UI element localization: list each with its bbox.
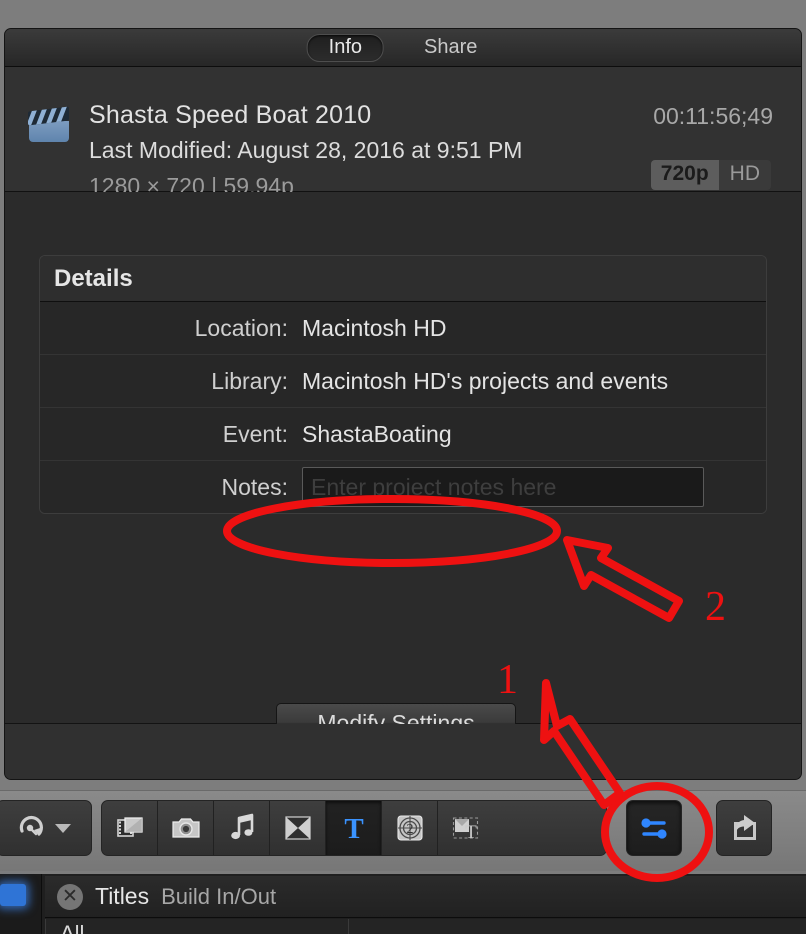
tab-share[interactable]: Share bbox=[402, 34, 499, 62]
svg-text:2: 2 bbox=[406, 822, 413, 837]
label-notes: Notes: bbox=[221, 473, 288, 500]
generators-button[interactable]: 2 bbox=[382, 801, 438, 855]
inspector-panel: Info Share Shasta Speed Boat 2010 Last M… bbox=[4, 28, 802, 780]
camera-icon bbox=[171, 818, 200, 838]
inspector-tabbar: Info Share bbox=[5, 29, 801, 67]
browser-title: Titles bbox=[95, 883, 150, 909]
generators-icon: 2 bbox=[396, 815, 423, 841]
list-item[interactable]: All bbox=[60, 921, 84, 934]
transitions-button[interactable] bbox=[270, 801, 326, 855]
svg-text:T: T bbox=[344, 813, 363, 843]
photos-and-video-icon bbox=[116, 817, 143, 837]
browser-list: All bbox=[45, 919, 806, 934]
camera-button[interactable] bbox=[158, 801, 214, 855]
details-header: Details bbox=[40, 256, 766, 302]
browser-sidebar-edge bbox=[0, 874, 42, 934]
main-toolbar: T 2 T bbox=[0, 790, 806, 871]
media-browser-strip: ✕ Titles Build In/Out All bbox=[0, 874, 806, 934]
badge-resolution: 720p bbox=[650, 160, 719, 190]
clapperboard-icon bbox=[27, 106, 71, 142]
photos-and-video-button[interactable] bbox=[102, 801, 158, 855]
notes-input[interactable]: Enter project notes here bbox=[302, 467, 704, 507]
themes-button[interactable]: T bbox=[438, 801, 494, 855]
browser-header: ✕ Titles Build In/Out bbox=[45, 876, 806, 918]
transitions-icon bbox=[284, 816, 311, 840]
media-browser-group: T 2 T bbox=[101, 800, 607, 856]
inspector-icon bbox=[641, 818, 667, 839]
badge-hd: HD bbox=[718, 160, 771, 190]
share-button[interactable] bbox=[716, 800, 772, 856]
project-header: Shasta Speed Boat 2010 Last Modified: Au… bbox=[5, 67, 801, 225]
retime-button[interactable] bbox=[0, 800, 92, 856]
inspector-body: Details Location: Macintosh HD Library: … bbox=[5, 192, 801, 743]
final-cut-pro-inspector-screen: Info Share Shasta Speed Boat 2010 Last M… bbox=[0, 0, 806, 934]
close-icon[interactable]: ✕ bbox=[57, 883, 83, 910]
browser-subtitle[interactable]: Build In/Out bbox=[161, 884, 276, 910]
last-modified-text: Last Modified: August 28, 2016 at 9:51 P… bbox=[89, 137, 523, 163]
project-title: Shasta Speed Boat 2010 bbox=[89, 101, 372, 129]
label-event: Event: bbox=[222, 420, 288, 447]
format-badges: 720p HD bbox=[650, 160, 771, 190]
annotation-number-1: 1 bbox=[497, 657, 518, 703]
details-row-event: Event: ShastaBoating bbox=[40, 408, 766, 461]
label-library: Library: bbox=[211, 367, 288, 394]
music-and-sound-button[interactable] bbox=[214, 801, 270, 855]
label-location: Location: bbox=[194, 314, 288, 341]
value-event: ShastaBoating bbox=[302, 420, 452, 447]
inspector-button[interactable] bbox=[626, 800, 682, 856]
svg-text:T: T bbox=[465, 822, 477, 843]
titles-icon: T bbox=[344, 813, 363, 843]
music-and-sound-icon bbox=[230, 813, 253, 840]
themes-icon: T bbox=[452, 817, 479, 843]
retime-icon bbox=[19, 815, 43, 836]
tab-info[interactable]: Info bbox=[306, 34, 384, 62]
chevron-down-icon[interactable] bbox=[55, 823, 71, 833]
browser-column-divider bbox=[348, 919, 349, 934]
annotation-number-2: 2 bbox=[705, 584, 726, 630]
details-title: Details bbox=[54, 264, 133, 292]
value-library: Macintosh HD's projects and events bbox=[302, 367, 669, 394]
value-location: Macintosh HD bbox=[302, 314, 447, 341]
details-row-notes: Notes: Enter project notes here bbox=[40, 461, 766, 513]
inspector-footer bbox=[5, 724, 801, 779]
details-card: Details Location: Macintosh HD Library: … bbox=[39, 255, 767, 514]
titles-button[interactable]: T bbox=[326, 801, 382, 855]
tab-group: Info Share bbox=[306, 34, 500, 62]
share-icon bbox=[734, 815, 756, 840]
duration-timecode: 00:11:56;49 bbox=[653, 103, 773, 129]
details-row-location: Location: Macintosh HD bbox=[40, 302, 766, 355]
timeline-index-indicator bbox=[0, 884, 26, 906]
details-row-library: Library: Macintosh HD's projects and eve… bbox=[40, 355, 766, 408]
